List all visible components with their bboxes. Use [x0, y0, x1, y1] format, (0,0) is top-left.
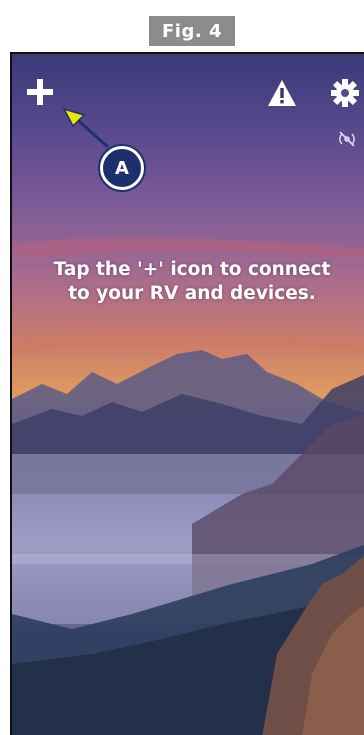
settings-button[interactable] [330, 78, 360, 108]
add-button[interactable] [24, 76, 56, 108]
background-landscape [12, 237, 364, 735]
gear-icon [331, 79, 359, 107]
figure-label: Fig. 4 [149, 16, 235, 46]
warnings-button[interactable] [267, 79, 297, 107]
connect-hint-text: Tap the '+' icon to connect to your RV a… [53, 259, 331, 304]
connection-status [338, 130, 356, 148]
callout-badge-a: A [100, 146, 144, 190]
warning-triangle-icon [268, 80, 296, 106]
plus-icon [27, 79, 53, 105]
no-connection-icon [339, 131, 355, 147]
